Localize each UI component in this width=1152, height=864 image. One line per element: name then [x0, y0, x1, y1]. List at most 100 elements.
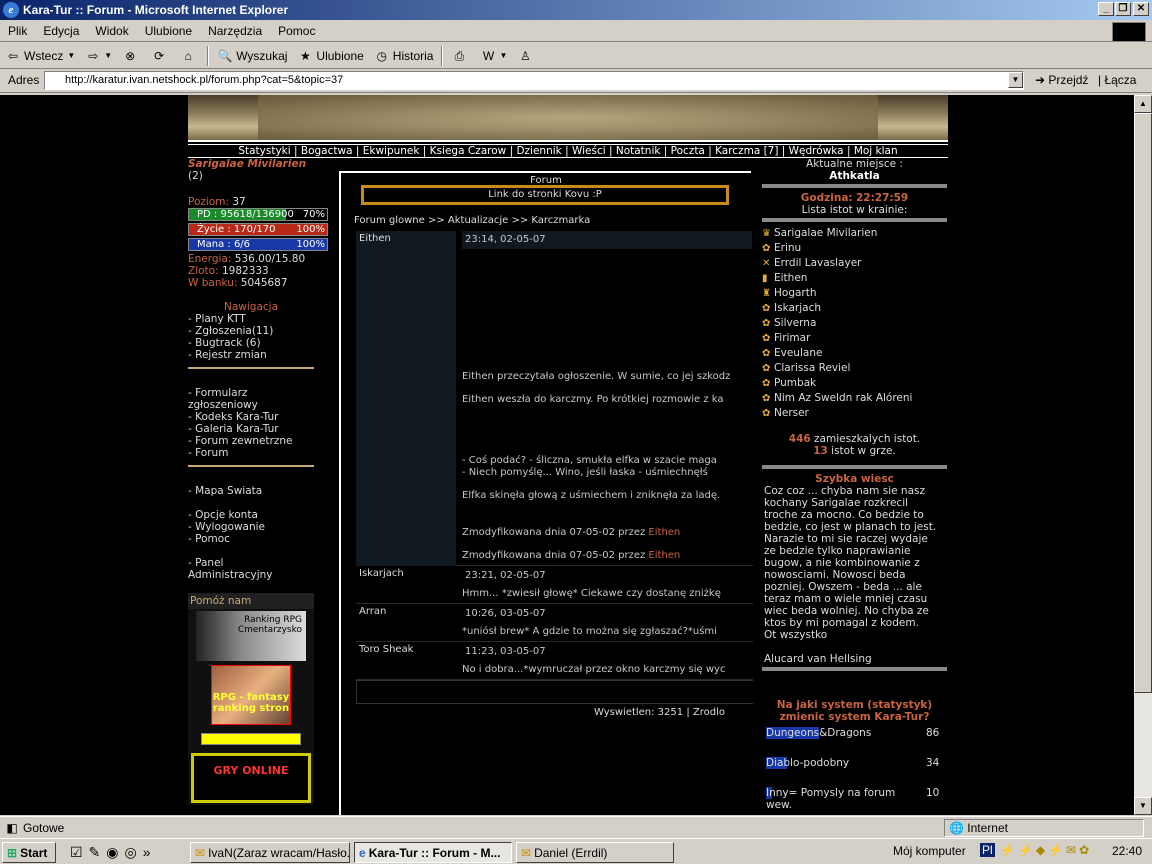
post-footer-row	[356, 680, 753, 704]
menu-edit[interactable]: Edycja	[35, 24, 87, 38]
forum-post: Toro Sheak 11:23, 03-05-07 No i dobra...…	[356, 642, 753, 680]
rpg-fantasy-banner[interactable]: RPG - fantasy ranking stron	[211, 665, 291, 725]
nav-link[interactable]: Administracyjny	[188, 569, 323, 581]
address-dropdown[interactable]: ▼	[1008, 72, 1023, 88]
edit-button[interactable]: W ▼	[475, 45, 512, 67]
scroll-up-arrow[interactable]: ▲	[1134, 95, 1152, 113]
task-ivan[interactable]: ✉ IvaN(Zaraz wracam/Hasło...	[190, 842, 350, 863]
navigation-heading: Nawigacja	[223, 301, 279, 313]
print-button[interactable]: ⎙	[446, 45, 475, 67]
forward-arrow-icon: ⇨	[88, 48, 99, 63]
banner-area: Ranking RPG Cmentarzysko RPG - fantasy ra…	[188, 609, 314, 805]
user-list-item[interactable]: ✿ Clarissa Reviel	[762, 361, 947, 376]
menu-file[interactable]: Plik	[0, 24, 35, 38]
vertical-scrollbar[interactable]: ▲ ▼	[1134, 95, 1152, 815]
refresh-button[interactable]: ⟳	[146, 45, 175, 67]
menu-help[interactable]: Pomoc	[270, 24, 323, 38]
rank-star-icon: ✿	[762, 303, 771, 314]
ranking-rpg-banner[interactable]: Ranking RPG Cmentarzysko	[196, 611, 306, 661]
messenger-icon: ♙	[520, 48, 531, 63]
task-karatur-forum[interactable]: e Kara-Tur :: Forum - M...	[354, 842, 512, 863]
poll-option[interactable]: Inny= Pomysly na forum wew. 10	[766, 787, 947, 815]
yellow-banner[interactable]	[201, 733, 301, 745]
my-computer-label[interactable]: Mój komputer	[893, 844, 966, 858]
player-name[interactable]: Sarigalae Mivilarien	[188, 158, 306, 170]
go-button[interactable]: ➜ Przejdź	[1035, 73, 1088, 87]
scroll-thumb[interactable]	[1134, 113, 1152, 693]
nav-link[interactable]: - Forum	[188, 447, 323, 459]
messenger-button[interactable]: ♙	[512, 45, 541, 67]
post-author[interactable]: Iskarjach	[356, 566, 456, 581]
nav-link[interactable]: - Panel	[188, 557, 323, 569]
rank-star-icon: ✿	[762, 333, 771, 344]
nav-link[interactable]: - Galeria Kara-Tur	[188, 423, 323, 435]
menu-view[interactable]: Widok	[87, 24, 136, 38]
nav-link[interactable]: - Forum zewnetrzne	[188, 435, 323, 447]
start-button[interactable]: ⊞ Start	[2, 842, 56, 863]
news-author: Alucard van Hellsing	[764, 653, 872, 665]
nav-link[interactable]: - Rejestr zmian	[188, 349, 323, 361]
home-icon: ⌂	[184, 48, 192, 63]
tray-icons[interactable]: ⚡⚡◆⚡✉✿	[1000, 843, 1092, 857]
nav-link[interactable]: zgłoszeniowy	[188, 399, 323, 411]
post-time: 23:21, 02-05-07	[465, 570, 546, 581]
search-button[interactable]: 🔍 Wyszukaj	[212, 45, 292, 67]
nav-link[interactable]: - Plany KTT	[188, 313, 323, 325]
user-list-item[interactable]: ✕ Errdil Lavaslayer	[762, 256, 947, 271]
post-author[interactable]: Toro Sheak	[356, 642, 456, 657]
history-button[interactable]: ◷ Historia	[369, 45, 439, 67]
nav-link[interactable]: - Opcje konta	[188, 509, 323, 521]
post-author[interactable]: Arran	[356, 604, 456, 619]
back-button[interactable]: ⇦ Wstecz ▼	[0, 45, 80, 67]
favorites-button[interactable]: ★ Ulubione	[292, 45, 368, 67]
news-line: Ot wszystko	[764, 629, 828, 641]
task-daniel[interactable]: ✉ Daniel (Errdil)	[516, 842, 674, 863]
user-list-item[interactable]: ✿ Pumbak	[762, 376, 947, 391]
user-list-item[interactable]: ♜ Hogarth	[762, 286, 947, 301]
minimize-button[interactable]: _	[1098, 2, 1114, 16]
forward-button[interactable]: ⇨ ▼	[80, 45, 117, 67]
poll-option[interactable]: Dungeons&Dragons 86	[766, 727, 947, 757]
forum-link[interactable]: Link do stronki Kovu :P	[361, 185, 729, 205]
nav-link[interactable]: - Bugtrack (6)	[188, 337, 323, 349]
links-button[interactable]: | Łącza	[1098, 73, 1136, 87]
user-list-item[interactable]: ✿ Silverna	[762, 316, 947, 331]
stop-button[interactable]: ⊗	[117, 45, 146, 67]
address-input[interactable]: http://karatur.ivan.netshock.pl/forum.ph…	[44, 71, 1024, 90]
user-list-item[interactable]: ▮ Eithen	[762, 271, 947, 286]
post-author[interactable]: Eithen	[356, 231, 456, 566]
language-indicator[interactable]: Pl	[980, 843, 995, 857]
user-list-item[interactable]: ✿ Nim Az Sweldn rak Alóreni	[762, 391, 947, 406]
scroll-down-arrow[interactable]: ▼	[1134, 797, 1152, 815]
nav-link[interactable]: - Pomoc	[188, 533, 323, 545]
news-line: Narazie to mi sie raczej wydaje	[764, 533, 928, 545]
nav-link[interactable]: - Wylogowanie	[188, 521, 323, 533]
nav-link[interactable]: - Formularz	[188, 387, 323, 399]
user-list-item[interactable]: ✿ Erinu	[762, 241, 947, 256]
home-button[interactable]: ⌂	[175, 45, 204, 67]
poll-option[interactable]: Diablo-podobny 34	[766, 757, 947, 787]
user-list-item[interactable]: ✿ Nerser	[762, 406, 947, 421]
nav-link[interactable]: - Zgłoszenia(11)	[188, 325, 323, 337]
maximize-button[interactable]: ❐	[1115, 2, 1131, 16]
user-list-item[interactable]: ✿ Iskarjach	[762, 301, 947, 316]
news-line: kochany Sarigalae rozkrecil	[764, 497, 909, 509]
gry-online-banner[interactable]: GRY ONLINE	[191, 753, 311, 803]
address-label: Adres	[8, 73, 40, 87]
nav-link[interactable]: - Kodeks Kara-Tur	[188, 411, 323, 423]
post-time: 23:14, 02-05-07	[462, 231, 752, 249]
menu-favorites[interactable]: Ulubione	[137, 24, 200, 38]
breadcrumb[interactable]: Forum glowne >> Aktualizacje >> Karczmar…	[354, 215, 590, 226]
user-list-item[interactable]: ♛ Sarigalae Mivilarien	[762, 226, 947, 241]
quick-launch[interactable]: ☑✎◉◎»	[70, 844, 157, 861]
rank-star-icon: ▮	[762, 273, 768, 284]
address-bar: Adres http://karatur.ivan.netshock.pl/fo…	[0, 69, 1152, 93]
menu-tools[interactable]: Narzędzia	[200, 24, 270, 38]
user-list-item[interactable]: ✿ Eveulane	[762, 346, 947, 361]
toolbar: ⇦ Wstecz ▼ ⇨ ▼ ⊗ ⟳ ⌂ 🔍 Wyszukaj ★ Ulubione ◷ H…	[0, 43, 1152, 69]
user-list-item[interactable]: ✿ Firimar	[762, 331, 947, 346]
nav-link[interactable]: - Mapa Swiata	[188, 485, 323, 497]
top-navigation[interactable]: Statystyki | Bogactwa | Ekwipunek | Ksie…	[188, 144, 948, 158]
close-button[interactable]: ✕	[1133, 2, 1149, 16]
news-line: ze bedzie tylko naprawianie	[764, 545, 911, 557]
